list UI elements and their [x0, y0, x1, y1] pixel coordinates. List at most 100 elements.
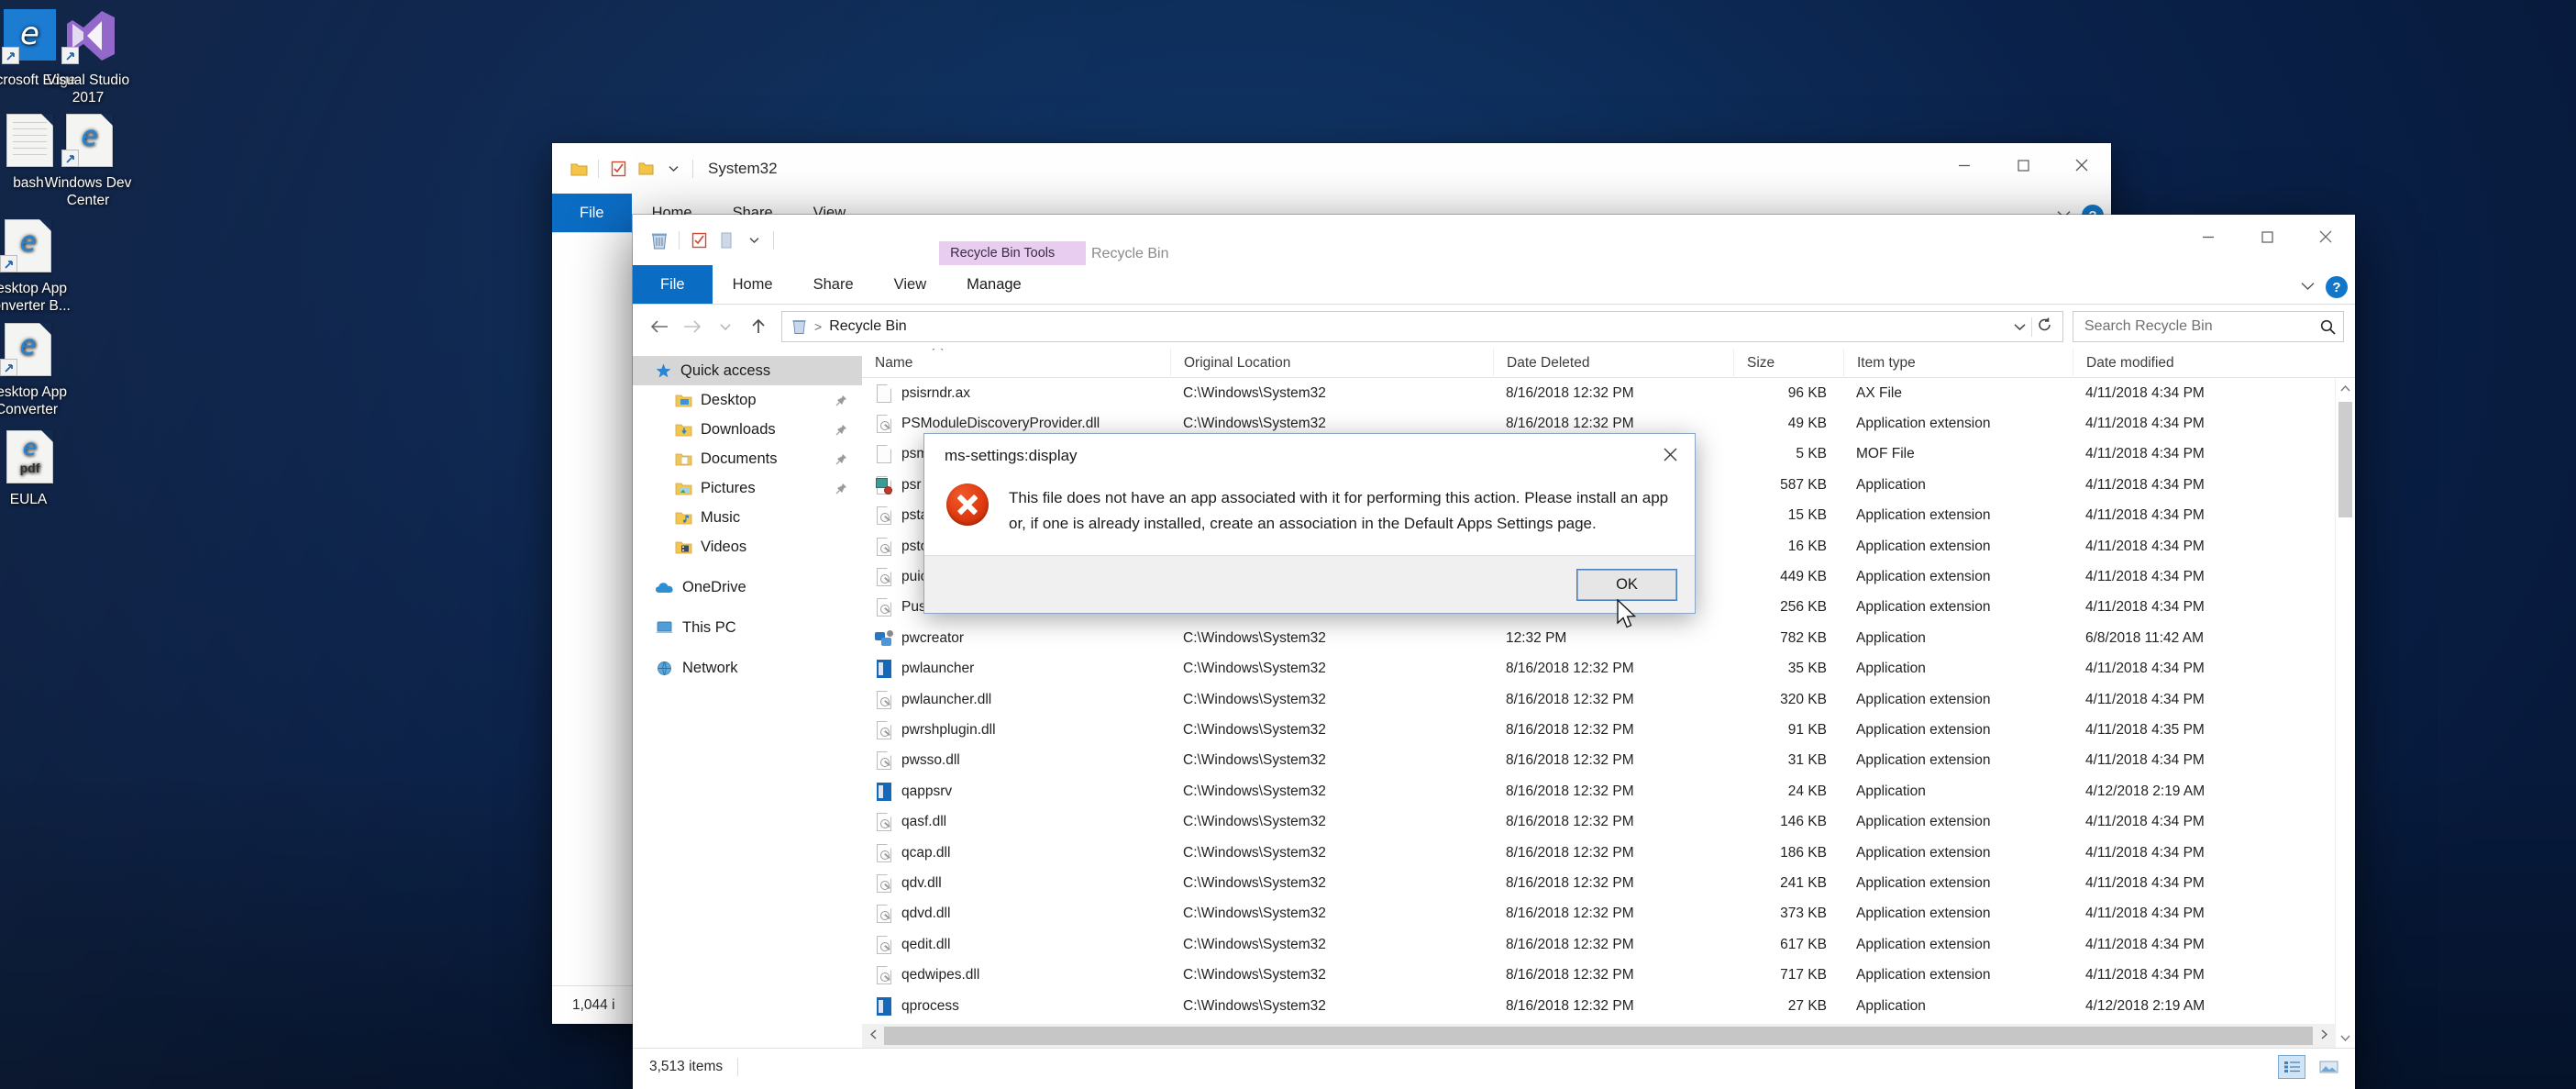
table-row[interactable]: qcap.dllC:\Windows\System328/16/2018 12:…	[862, 838, 2355, 868]
scroll-left-arrow[interactable]	[862, 1029, 884, 1042]
search-icon[interactable]	[2320, 319, 2336, 335]
forward-button[interactable]	[677, 311, 708, 342]
scroll-up-arrow[interactable]	[2336, 378, 2355, 398]
sidebar-item-videos[interactable]: Videos	[633, 532, 862, 561]
minimize-button[interactable]	[1935, 143, 1994, 187]
table-row[interactable]: pwsso.dllC:\Windows\System328/16/2018 12…	[862, 746, 2355, 776]
dialog-close-button[interactable]	[1645, 434, 1695, 474]
sidebar-item-network[interactable]: Network	[633, 653, 862, 683]
recycle-bin-icon[interactable]	[646, 227, 673, 254]
table-row[interactable]: qedwipes.dllC:\Windows\System328/16/2018…	[862, 960, 2355, 990]
back-button[interactable]	[644, 311, 675, 342]
breadcrumb[interactable]: > Recycle Bin	[791, 318, 907, 335]
table-row[interactable]: qdv.dllC:\Windows\System328/16/2018 12:3…	[862, 868, 2355, 898]
recyclebin-ribbon-tabs[interactable]: File Home Share View Recycle Bin Tools M…	[633, 266, 2355, 305]
table-row[interactable]: qedit.dllC:\Windows\System328/16/2018 12…	[862, 929, 2355, 960]
recent-locations-button[interactable]	[710, 311, 741, 342]
recyclebin-titlebar[interactable]	[633, 215, 2355, 266]
refresh-icon[interactable]	[2031, 317, 2057, 337]
tab-home[interactable]: Home	[713, 265, 793, 304]
table-row[interactable]: qprocessC:\Windows\System328/16/2018 12:…	[862, 991, 2355, 1018]
column-headers[interactable]: Name Original Location Date Deleted Size…	[862, 349, 2355, 378]
ribbon-right-controls[interactable]: ?	[2301, 276, 2348, 298]
table-row[interactable]: qappsrvC:\Windows\System328/16/2018 12:3…	[862, 776, 2355, 806]
ribbon-collapse-icon[interactable]	[2301, 279, 2315, 295]
new-folder-icon[interactable]	[632, 155, 659, 183]
navigation-pane[interactable]: Quick access Desktop Downloads	[633, 349, 862, 1048]
pin-icon[interactable]	[835, 424, 847, 436]
scroll-down-arrow[interactable]	[2336, 1028, 2355, 1048]
empty-recycle-bin-icon[interactable]	[713, 227, 740, 254]
dialog-titlebar[interactable]: ms-settings:display	[924, 434, 1695, 478]
scrollbar-thumb[interactable]	[2338, 402, 2352, 517]
vertical-scrollbar[interactable]	[2335, 378, 2355, 1048]
scroll-right-arrow[interactable]	[2313, 1029, 2335, 1042]
thumbnail-view-button[interactable]	[2315, 1055, 2342, 1079]
table-row[interactable]: pwrshplugin.dllC:\Windows\System328/16/2…	[862, 715, 2355, 745]
help-icon[interactable]: ?	[2326, 276, 2348, 298]
view-mode-buttons[interactable]	[2278, 1055, 2342, 1079]
tab-view[interactable]: View	[874, 265, 946, 304]
minimize-button[interactable]	[2179, 215, 2238, 259]
breadcrumb-current[interactable]: Recycle Bin	[829, 318, 906, 335]
pin-icon[interactable]	[835, 394, 847, 406]
properties-icon[interactable]	[685, 227, 713, 254]
sidebar-item-desktop[interactable]: Desktop	[633, 385, 862, 415]
maximize-button[interactable]	[2238, 215, 2296, 259]
folder-icon[interactable]	[565, 155, 592, 183]
up-button[interactable]	[743, 311, 774, 342]
table-row[interactable]: qasf.dllC:\Windows\System328/16/2018 12:…	[862, 806, 2355, 837]
hscrollbar-thumb[interactable]	[884, 1027, 2313, 1045]
sidebar-item-music[interactable]: Music	[633, 503, 862, 532]
properties-icon[interactable]	[604, 155, 632, 183]
desktop-icon-desktop-app-converter[interactable]: e Desktop App Converter	[0, 321, 82, 418]
desktop-icon-windows-dev-center[interactable]: e Windows Dev Center	[33, 112, 143, 209]
details-view-button[interactable]	[2278, 1055, 2305, 1079]
sidebar-item-documents[interactable]: Documents	[633, 444, 862, 473]
address-controls[interactable]	[2007, 317, 2057, 337]
column-header-date-deleted[interactable]: Date Deleted	[1493, 349, 1733, 378]
system32-titlebar[interactable]: System32	[552, 143, 2111, 194]
chevron-down-icon[interactable]	[2007, 319, 2031, 334]
address-bar[interactable]: > Recycle Bin Search Recycle Bin	[633, 305, 2355, 349]
recycle-bin-window[interactable]: File Home Share View Recycle Bin Tools M…	[633, 215, 2355, 1089]
tab-manage[interactable]: Recycle Bin Tools Manage	[946, 265, 1042, 304]
sidebar-item-quick-access[interactable]: Quick access	[633, 356, 862, 385]
sidebar-item-pictures[interactable]: Pictures	[633, 473, 862, 503]
column-header-date-modified[interactable]: Date modified	[2073, 349, 2348, 378]
sidebar-item-this-pc[interactable]: This PC	[633, 613, 862, 642]
close-button[interactable]	[2296, 215, 2355, 259]
sidebar-item-onedrive[interactable]: OneDrive	[633, 572, 862, 602]
table-row[interactable]: psisrndr.axC:\Windows\System328/16/2018 …	[862, 378, 2355, 408]
table-row[interactable]: qdvd.dllC:\Windows\System328/16/2018 12:…	[862, 899, 2355, 929]
system32-window-controls[interactable]	[1935, 143, 2111, 187]
column-header-item-type[interactable]: Item type	[1843, 349, 2073, 378]
table-row[interactable]: pwcreatorC:\Windows\System3212:32 PM782 …	[862, 623, 2355, 653]
pin-icon[interactable]	[835, 483, 847, 494]
tab-share[interactable]: Share	[793, 265, 874, 304]
desktop-icon-eula[interactable]: e pdf EULA	[0, 428, 83, 508]
chevron-down-icon[interactable]	[659, 155, 687, 183]
table-row[interactable]: pwlauncherC:\Windows\System328/16/2018 1…	[862, 654, 2355, 684]
column-header-size[interactable]: Size	[1733, 349, 1843, 378]
desktop-icon-visual-studio-2017[interactable]: Visual Studio 2017	[33, 9, 143, 106]
desktop-icon-desktop-app-converter-b[interactable]: e Desktop App Converter B...	[0, 217, 82, 315]
ok-button[interactable]: OK	[1577, 570, 1676, 600]
quick-access-toolbar[interactable]	[552, 155, 699, 183]
tab-file[interactable]: File	[633, 265, 713, 304]
quick-access-toolbar[interactable]	[633, 227, 779, 254]
maximize-button[interactable]	[1994, 143, 2052, 187]
horizontal-scrollbar[interactable]	[862, 1024, 2335, 1048]
column-header-original-location[interactable]: Original Location	[1170, 349, 1493, 378]
pin-icon[interactable]	[835, 453, 847, 465]
sidebar-item-downloads[interactable]: Downloads	[633, 415, 862, 444]
recyclebin-window-controls[interactable]	[2179, 215, 2355, 259]
search-input[interactable]: Search Recycle Bin	[2073, 311, 2344, 342]
column-header-name[interactable]: Name	[862, 349, 1170, 378]
chevron-down-icon[interactable]	[740, 227, 768, 254]
table-row[interactable]: pwlauncher.dllC:\Windows\System328/16/20…	[862, 684, 2355, 715]
address-input[interactable]: > Recycle Bin	[781, 311, 2063, 342]
tab-file[interactable]: File	[552, 194, 632, 232]
close-button[interactable]	[2052, 143, 2111, 187]
error-dialog[interactable]: ms-settings:display This file does not h…	[923, 433, 1696, 614]
